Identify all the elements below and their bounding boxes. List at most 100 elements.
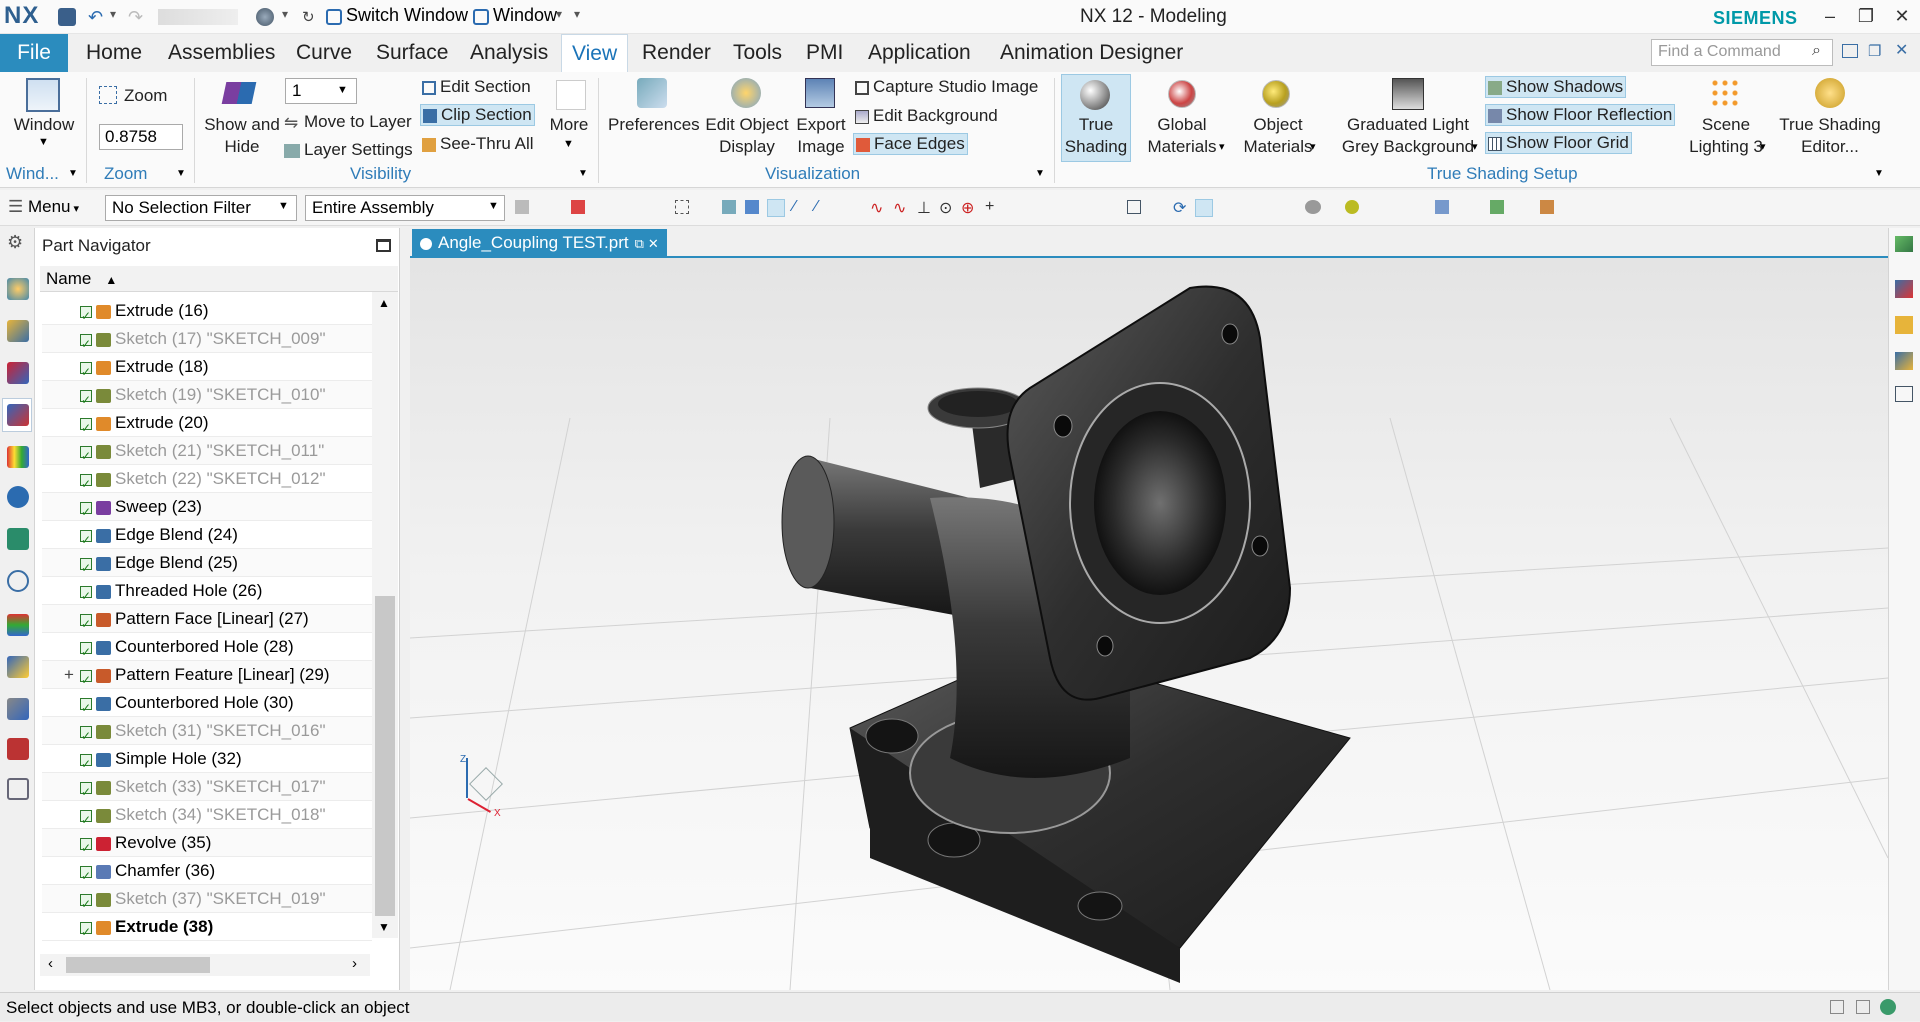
tree-row[interactable]: Edge Blend (24): [42, 521, 372, 554]
global-materials-button[interactable]: Global Materials: [1134, 114, 1230, 158]
chevron-down-icon[interactable]: ▼: [1035, 168, 1045, 179]
property-icon[interactable]: [1895, 316, 1913, 334]
tree-row[interactable]: Chamfer (36): [42, 857, 372, 890]
repeat-command-icon[interactable]: ↻: [302, 8, 315, 26]
visibility-checkbox[interactable]: [80, 806, 92, 834]
minimize-button[interactable]: –: [1815, 6, 1845, 27]
visibility-checkbox[interactable]: [80, 358, 92, 386]
cross-snap-icon[interactable]: +: [985, 198, 994, 216]
layer-settings-button[interactable]: Layer Settings: [284, 140, 413, 160]
assembly-icon[interactable]: [1435, 200, 1449, 214]
tab-render[interactable]: Render: [632, 34, 721, 72]
rectangle-select-icon[interactable]: [675, 200, 689, 214]
save-icon[interactable]: [58, 8, 76, 26]
close-doc-icon[interactable]: ✕: [1895, 40, 1908, 60]
web-browser-icon[interactable]: [7, 528, 29, 550]
tree-row[interactable]: Simple Hole (32): [42, 745, 372, 778]
tree-row[interactable]: Revolve (35): [42, 829, 372, 862]
tab-home[interactable]: Home: [76, 34, 152, 72]
true-shading-editor-button[interactable]: True Shading Editor...: [1775, 114, 1885, 158]
show-shadows-button[interactable]: Show Shadows: [1485, 76, 1627, 98]
tree-row[interactable]: Counterbored Hole (30): [42, 689, 372, 722]
tab-surface[interactable]: Surface: [366, 34, 458, 72]
restore-doc-icon[interactable]: ❐: [1868, 42, 1881, 60]
file-tab[interactable]: File: [0, 34, 68, 72]
status-layout-icon[interactable]: [1856, 1000, 1870, 1014]
tree-row[interactable]: + Pattern Feature [Linear] (29): [42, 661, 372, 694]
chevron-down-icon[interactable]: ▼: [488, 200, 499, 212]
expand-icon[interactable]: +: [64, 661, 74, 689]
maximize-panel-icon[interactable]: [376, 239, 391, 252]
visibility-checkbox[interactable]: [80, 834, 92, 862]
chevron-down-icon[interactable]: ▼: [563, 138, 574, 150]
zoom-button[interactable]: Zoom: [124, 85, 167, 107]
midpoint-snap-icon[interactable]: ⁄: [815, 198, 818, 216]
scroll-right-icon[interactable]: ›: [352, 955, 357, 972]
tab-curve[interactable]: Curve: [286, 34, 362, 72]
visibility-checkbox[interactable]: [80, 666, 92, 694]
edit-background-button[interactable]: Edit Background: [855, 106, 998, 126]
tree-row[interactable]: Extrude (16): [42, 297, 372, 330]
window-button[interactable]: Window: [6, 114, 82, 136]
material-icon[interactable]: [1345, 200, 1359, 214]
visibility-checkbox[interactable]: [80, 330, 92, 358]
chevron-down-icon[interactable]: ▼: [176, 168, 186, 179]
tab-analysis[interactable]: Analysis: [460, 34, 558, 72]
scene-lighting-button[interactable]: Scene Lighting 3: [1680, 114, 1772, 158]
visibility-checkbox[interactable]: [80, 442, 92, 470]
visual-reporting-icon[interactable]: [1895, 352, 1913, 370]
tree-row[interactable]: Sketch (33) "SKETCH_017": [42, 773, 372, 806]
tab-view[interactable]: View: [561, 34, 629, 72]
restore-button[interactable]: ❐: [1851, 6, 1881, 27]
visibility-checkbox[interactable]: [80, 582, 92, 610]
chevron-down-icon[interactable]: ▾: [556, 7, 562, 21]
close-button[interactable]: ✕: [1887, 6, 1917, 27]
face-edges-button[interactable]: Face Edges: [853, 133, 968, 155]
scroll-left-icon[interactable]: ‹: [48, 955, 53, 972]
chevron-down-icon[interactable]: ▼: [38, 136, 49, 148]
navigator-scrollbar[interactable]: ▲ ▼: [372, 292, 398, 938]
tab-application[interactable]: Application: [858, 34, 981, 72]
show-hide-button[interactable]: Show and Hide: [200, 114, 284, 158]
scroll-up-icon[interactable]: ▲: [378, 296, 390, 310]
display-mode-icon[interactable]: [256, 8, 274, 26]
filter-icon[interactable]: [515, 200, 529, 214]
tree-row[interactable]: Sketch (19) "SKETCH_010": [42, 381, 372, 414]
face-select-icon[interactable]: [745, 200, 759, 214]
reuse-library-icon[interactable]: [7, 446, 29, 468]
preferences-button[interactable]: Preferences: [608, 114, 700, 136]
scroll-thumb[interactable]: [375, 596, 395, 916]
ribbon-options-icon[interactable]: [1842, 44, 1858, 58]
visibility-checkbox[interactable]: [80, 862, 92, 890]
intersection-icon[interactable]: ⊥: [917, 198, 931, 218]
tree-row[interactable]: Pattern Face [Linear] (27): [42, 605, 372, 638]
visibility-checkbox[interactable]: [80, 526, 92, 554]
layer-visibility-icon[interactable]: [1490, 200, 1504, 214]
visibility-checkbox[interactable]: [80, 610, 92, 638]
tab-animation-designer[interactable]: Animation Designer: [990, 34, 1193, 72]
line-snap-icon[interactable]: ⁄: [793, 198, 796, 216]
visibility-checkbox[interactable]: [80, 694, 92, 722]
chevron-down-icon[interactable]: ▼: [578, 168, 588, 179]
visibility-checkbox[interactable]: [80, 750, 92, 778]
capture-studio-image-button[interactable]: Capture Studio Image: [855, 77, 1038, 97]
quadrant-snap-icon[interactable]: ⊕: [961, 198, 974, 218]
navigator-hscrollbar[interactable]: ‹ ›: [40, 954, 370, 976]
edit-object-display-button[interactable]: Edit Object Display: [703, 114, 791, 158]
hd3d-tools-icon[interactable]: [7, 486, 29, 508]
tree-row[interactable]: Extrude (38): [42, 913, 372, 946]
part-navigator-alt-icon[interactable]: [7, 362, 29, 384]
move-to-layer-button[interactable]: ⇋ Move to Layer: [284, 112, 412, 133]
chevron-down-icon[interactable]: ▼: [68, 168, 78, 179]
scroll-down-icon[interactable]: ▼: [378, 920, 390, 934]
body-select-icon[interactable]: [722, 200, 736, 214]
constraint-navigator-icon[interactable]: [7, 320, 29, 342]
tree-row[interactable]: Sketch (21) "SKETCH_011": [42, 437, 372, 470]
tree-row[interactable]: Edge Blend (25): [42, 549, 372, 582]
find-command-input[interactable]: Find a Command: [1651, 39, 1833, 66]
visibility-checkbox[interactable]: [80, 554, 92, 582]
redo-icon[interactable]: ↷: [128, 7, 143, 28]
curve-snap-icon[interactable]: ∿: [870, 198, 883, 218]
palette-icon[interactable]: [7, 778, 29, 800]
tree-row[interactable]: Counterbored Hole (28): [42, 633, 372, 666]
